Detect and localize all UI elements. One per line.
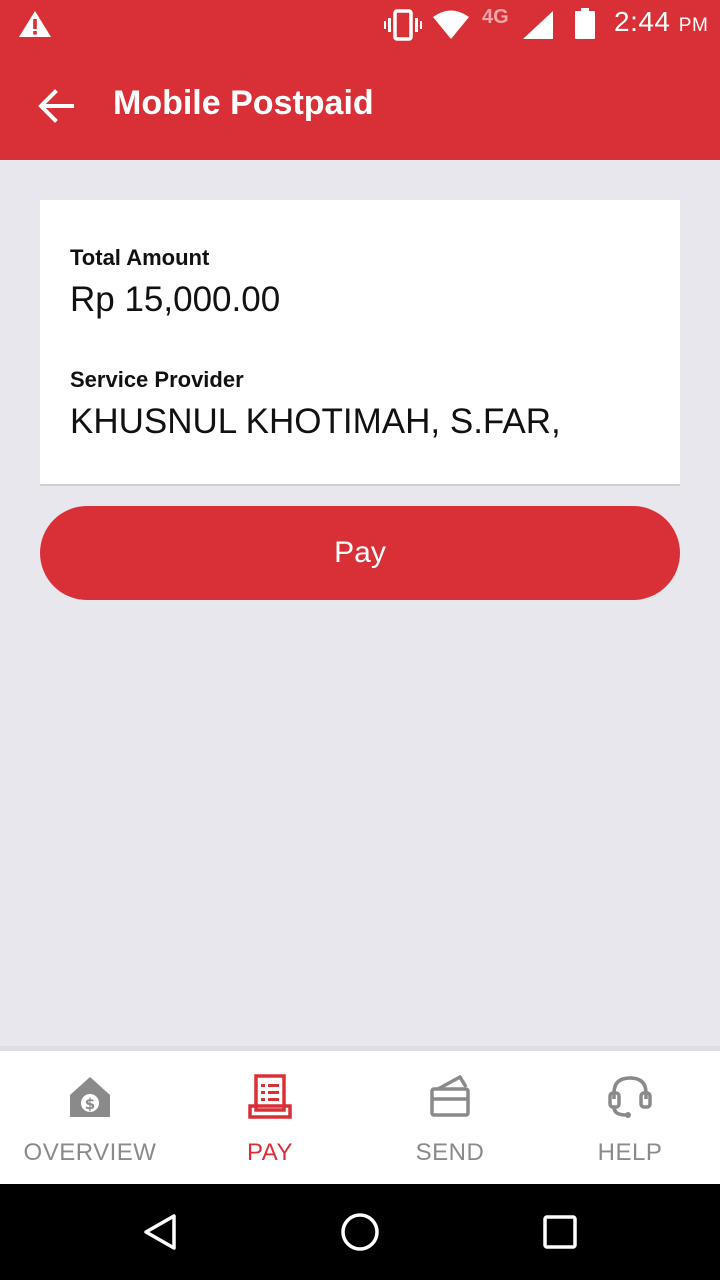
battery-icon: [574, 8, 596, 45]
total-amount-value: Rp 15,000.00: [70, 280, 281, 319]
nav-label-help: HELP: [597, 1139, 663, 1166]
back-triangle-icon[interactable]: [136, 1208, 184, 1256]
headset-icon: [606, 1073, 654, 1121]
payment-details-card: Total Amount Rp 15,000.00 Service Provid…: [40, 200, 680, 486]
nav-label-send: SEND: [415, 1139, 485, 1166]
nav-item-help[interactable]: HELP: [540, 1051, 720, 1184]
nav-item-send[interactable]: SEND: [360, 1051, 540, 1184]
network-type-label: 4G: [482, 6, 509, 28]
status-bar: 4G 2:44 PM: [0, 0, 720, 50]
nav-item-overview[interactable]: $ OVERVIEW: [0, 1051, 180, 1184]
nav-item-pay[interactable]: PAY: [180, 1051, 360, 1184]
signal-icon: [522, 10, 554, 45]
service-provider-value: KHUSNUL KHOTIMAH, S.FAR,: [70, 402, 561, 441]
recents-square-icon[interactable]: [536, 1208, 584, 1256]
warning-icon: [18, 10, 52, 43]
page-title: Mobile Postpaid: [113, 84, 374, 122]
clock: 2:44 PM: [614, 6, 708, 38]
bill-icon: [246, 1073, 294, 1121]
vibrate-icon: [384, 9, 422, 46]
pay-button[interactable]: Pay: [40, 506, 680, 600]
clock-time: 2:44: [614, 6, 671, 37]
card-send-icon: [426, 1073, 474, 1121]
nav-label-pay: PAY: [247, 1139, 293, 1166]
svg-text:$: $: [85, 1095, 95, 1113]
pay-button-label: Pay: [334, 536, 386, 569]
wifi-icon: [432, 10, 470, 45]
service-provider-label: Service Provider: [70, 367, 244, 392]
home-dollar-icon: $: [66, 1073, 114, 1121]
system-nav-bar: [0, 1184, 720, 1280]
app-bar: Mobile Postpaid: [0, 50, 720, 160]
nav-label-overview: OVERVIEW: [23, 1139, 157, 1166]
total-amount-label: Total Amount: [70, 245, 210, 270]
arrow-left-icon[interactable]: [36, 86, 76, 126]
home-circle-icon[interactable]: [336, 1208, 384, 1256]
bottom-nav: $ OVERVIEW PAY SEND HELP: [0, 1046, 720, 1184]
clock-ampm: PM: [678, 15, 709, 36]
